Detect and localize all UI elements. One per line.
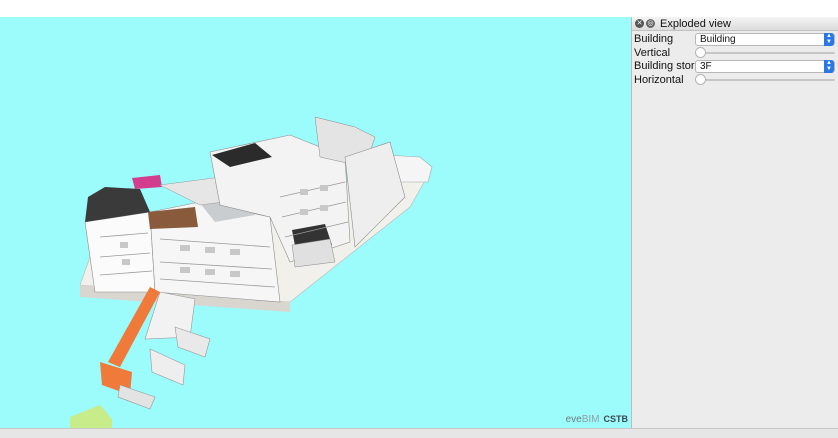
building-model [70, 116, 433, 428]
building-label: Building [634, 33, 674, 45]
chevron-updown-icon: ▲ ▼ [824, 32, 834, 46]
panel-title: Exploded view [660, 17, 731, 30]
building-row: Building Building ▲ ▼ [634, 32, 835, 46]
3d-viewport[interactable]: eveBIM CSTB [0, 17, 631, 428]
vertical-row: Vertical [634, 46, 835, 60]
building-select[interactable]: Building ▲ ▼ [695, 32, 835, 46]
vertical-slider-track [697, 52, 835, 54]
status-bar [0, 428, 838, 438]
storey-select[interactable]: 3F ▲ ▼ [695, 59, 835, 73]
chevron-updown-icon: ▲ ▼ [824, 59, 834, 73]
storey-select-value: 3F [700, 60, 712, 72]
top-bar [0, 0, 838, 17]
vertical-label: Vertical [634, 47, 671, 59]
horizontal-label: Horizontal [634, 74, 684, 86]
watermark: eveBIM CSTB [566, 414, 628, 425]
vertical-slider[interactable] [695, 46, 835, 60]
storey-row: Building storey 3F ▲ ▼ [634, 59, 835, 73]
float-icon[interactable]: ◎ [646, 19, 655, 28]
exploded-view-panel: ✕ ◎ Exploded view Building Building ▲ ▼ V… [631, 17, 838, 428]
vertical-slider-knob[interactable] [695, 47, 706, 58]
horizontal-slider[interactable] [695, 73, 835, 87]
storey-label: Building storey [634, 60, 707, 72]
watermark-eve: eve [565, 414, 582, 425]
close-icon[interactable]: ✕ [635, 19, 644, 28]
horizontal-slider-knob[interactable] [695, 74, 706, 85]
panel-title-bar: ✕ ◎ Exploded view [632, 17, 838, 31]
watermark-bim: BIM [581, 414, 600, 425]
horizontal-slider-track [697, 79, 835, 81]
horizontal-row: Horizontal [634, 73, 835, 87]
building-select-value: Building [700, 33, 736, 45]
watermark-cstb: CSTB [603, 414, 629, 424]
